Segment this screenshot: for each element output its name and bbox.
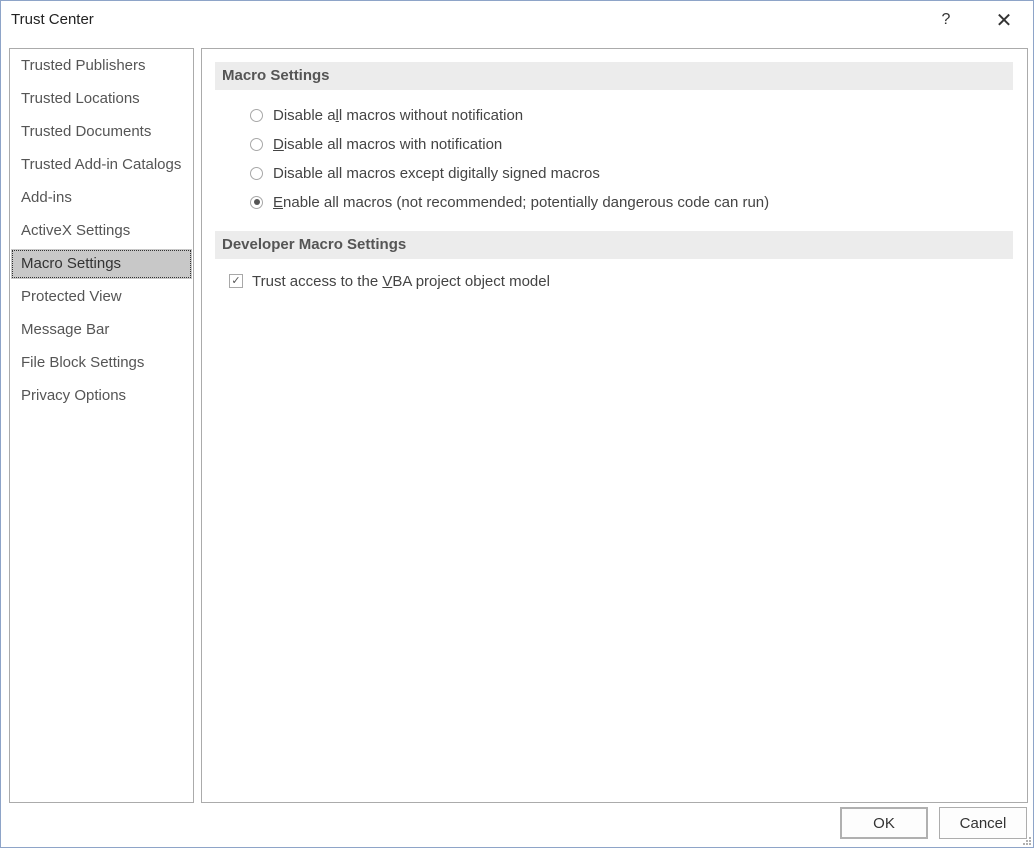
trust-center-dialog: Trust Center ? ✕ Trusted Publishers Trus…	[0, 0, 1034, 848]
sidebar-item-macro-settings[interactable]: Macro Settings	[11, 249, 192, 279]
checkbox-checked-icon[interactable]: ✓	[229, 274, 243, 288]
ok-button[interactable]: OK	[840, 807, 928, 839]
radio-label: Disable all macros except digitally sign…	[273, 164, 600, 182]
radio-dot-icon	[253, 199, 260, 205]
help-button[interactable]: ?	[931, 7, 961, 33]
sidebar-nav: Trusted Publishers Trusted Locations Tru…	[9, 48, 194, 803]
sidebar-item-activex-settings[interactable]: ActiveX Settings	[11, 216, 192, 246]
sidebar-item-trusted-publishers[interactable]: Trusted Publishers	[11, 51, 192, 81]
sidebar-item-trusted-add-in-catalogs[interactable]: Trusted Add-in Catalogs	[11, 150, 192, 180]
dialog-title: Trust Center	[11, 11, 94, 28]
sidebar-item-message-bar[interactable]: Message Bar	[11, 315, 192, 345]
help-icon: ?	[941, 11, 951, 28]
close-button[interactable]: ✕	[989, 7, 1019, 33]
macro-settings-header: Macro Settings	[215, 62, 1013, 90]
developer-macro-settings-header: Developer Macro Settings	[215, 231, 1013, 259]
sidebar-item-add-ins[interactable]: Add-ins	[11, 183, 192, 213]
sidebar-item-trusted-documents[interactable]: Trusted Documents	[11, 117, 192, 147]
radio-button-selected-icon[interactable]	[250, 195, 263, 209]
trust-vba-checkbox-row[interactable]: ✓ Trust access to the VBA project object…	[229, 270, 550, 292]
radio-label: Enable all macros (not recommended; pote…	[273, 193, 770, 211]
cancel-button[interactable]: Cancel	[939, 807, 1027, 839]
sidebar-item-privacy-options[interactable]: Privacy Options	[11, 381, 192, 411]
radio-button-icon[interactable]	[250, 137, 263, 151]
radio-enable-all-macros[interactable]: Enable all macros (not recommended; pote…	[250, 191, 769, 213]
radio-label: Disable all macros without notification	[273, 106, 524, 124]
radio-disable-with-notification[interactable]: Disable all macros with notification	[250, 133, 502, 155]
radio-disable-without-notification[interactable]: Disable all macros without notification	[250, 104, 523, 126]
sidebar-item-file-block-settings[interactable]: File Block Settings	[11, 348, 192, 378]
sidebar-item-trusted-locations[interactable]: Trusted Locations	[11, 84, 192, 114]
radio-disable-except-signed[interactable]: Disable all macros except digitally sign…	[250, 162, 600, 184]
sidebar-item-protected-view[interactable]: Protected View	[11, 282, 192, 312]
close-icon: ✕	[995, 9, 1013, 32]
radio-button-icon[interactable]	[250, 108, 263, 122]
resize-grip-icon[interactable]	[1021, 835, 1031, 845]
radio-label: Disable all macros with notification	[273, 135, 503, 153]
radio-button-icon[interactable]	[250, 166, 263, 180]
checkbox-label: Trust access to the VBA project object m…	[252, 272, 550, 290]
settings-panel: Macro Settings Disable all macros withou…	[201, 48, 1028, 803]
